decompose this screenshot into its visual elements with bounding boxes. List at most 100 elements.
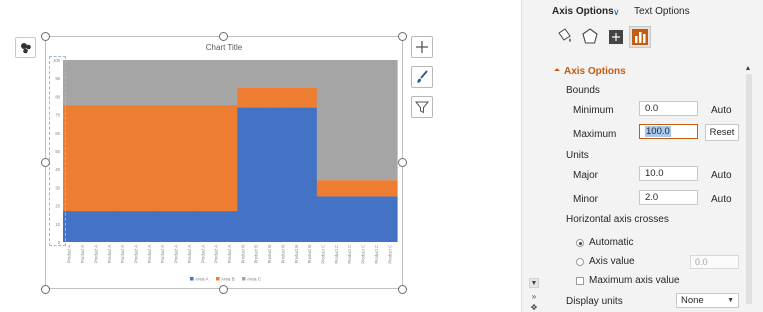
area-area-a-segment <box>76 211 91 242</box>
x-tick-label: Product B <box>280 245 285 264</box>
legend-swatch <box>190 277 194 281</box>
x-tick-label: Product A <box>133 245 138 263</box>
area-area-b-segment <box>156 105 171 212</box>
scrollbar-thumb[interactable] <box>746 74 752 304</box>
chart-title: Chart Title <box>206 43 243 52</box>
x-tick-label: Product A <box>227 245 232 263</box>
horizontal-axis-crosses-label: Horizontal axis crosses <box>566 214 669 225</box>
section-title[interactable]: Axis Options <box>564 66 626 77</box>
resize-handle[interactable] <box>398 32 407 41</box>
maximum-axis-value-checkbox[interactable] <box>576 277 584 285</box>
area-area-b-segment <box>129 105 144 212</box>
axis-value-field[interactable]: 0.0 <box>690 255 739 269</box>
reset-button[interactable]: Reset <box>705 124 739 141</box>
resize-handle[interactable] <box>398 285 407 294</box>
area-area-b-segment <box>290 87 305 108</box>
minor-field[interactable]: 2.0 <box>639 190 698 205</box>
area-area-c-segment <box>356 60 371 181</box>
area-area-c-segment <box>263 60 278 88</box>
legend-label: Area A <box>195 277 209 282</box>
area-area-a-segment <box>303 107 318 242</box>
resize-handle[interactable] <box>41 32 50 41</box>
area-area-a-segment <box>263 107 278 242</box>
resize-handle[interactable] <box>219 32 228 41</box>
area-area-a-segment <box>370 196 385 242</box>
automatic-label[interactable]: Automatic <box>589 237 633 248</box>
x-tick-label: Product C <box>374 245 379 264</box>
x-tick-label: Product A <box>200 245 205 263</box>
tab-text-options[interactable]: Text Options <box>634 6 690 17</box>
area-area-c-segment <box>223 60 238 106</box>
minimum-state: Auto <box>711 105 732 116</box>
size-properties-icon[interactable] <box>605 26 627 48</box>
axis-value-radio[interactable] <box>576 258 584 266</box>
area-area-c-segment <box>196 60 211 106</box>
legend-swatch <box>242 277 246 281</box>
maximum-axis-value-label[interactable]: Maximum axis value <box>589 275 680 286</box>
area-area-c-segment <box>103 60 118 106</box>
area-area-c-segment <box>383 60 398 181</box>
chart-elements-button[interactable] <box>411 36 433 58</box>
area-area-b-segment <box>383 180 398 197</box>
chart-styles-button[interactable] <box>411 66 433 88</box>
x-tick-label: Product A <box>147 245 152 263</box>
scroll-down-icon[interactable]: ▼ <box>529 278 539 288</box>
effects-icon[interactable] <box>579 26 601 48</box>
minor-label: Minor <box>573 194 599 205</box>
move-icon[interactable]: ✥ <box>529 303 539 312</box>
area-area-c-segment <box>330 60 345 181</box>
axis-value-label[interactable]: Axis value <box>589 256 635 267</box>
area-area-a-segment <box>183 211 198 242</box>
area-area-b-segment <box>103 105 118 212</box>
resize-handle[interactable] <box>398 158 407 167</box>
area-area-c-segment <box>183 60 198 106</box>
area-area-b-segment <box>196 105 211 212</box>
funnel-icon <box>415 101 429 114</box>
bounds-label: Bounds <box>566 85 600 96</box>
area-area-a-segment <box>89 211 104 242</box>
pane-left-scroll[interactable] <box>529 62 547 312</box>
tab-axis-options[interactable]: Axis Options <box>552 6 614 17</box>
vertical-axis-selection[interactable] <box>49 56 66 246</box>
display-units-select[interactable]: None ▼ <box>676 293 739 308</box>
area-area-b-segment <box>330 180 345 197</box>
automatic-radio[interactable] <box>576 239 584 247</box>
minimum-field[interactable]: 0.0 <box>639 101 698 116</box>
area-area-b-segment <box>116 105 131 212</box>
area-area-c-segment <box>276 60 291 88</box>
x-tick-label: Product A <box>160 245 165 263</box>
scroll-up-icon[interactable]: ▲ <box>743 64 753 74</box>
area-area-c-segment <box>156 60 171 106</box>
area-area-b-segment <box>236 87 251 108</box>
legend-label: Area C <box>247 277 262 282</box>
chart-filters-button[interactable] <box>411 96 433 118</box>
resize-handle[interactable] <box>41 158 50 167</box>
area-area-a-segment <box>330 196 345 242</box>
pane-scrollbar[interactable] <box>743 64 755 312</box>
area-area-b-segment <box>169 105 184 212</box>
area-area-b-segment <box>276 87 291 108</box>
area-area-c-segment <box>343 60 358 181</box>
major-field[interactable]: 10.0 <box>639 166 698 181</box>
axis-options-icon[interactable] <box>629 26 651 48</box>
maximum-field[interactable]: 100.0 <box>639 124 698 139</box>
area-area-a-segment <box>196 211 211 242</box>
collapse-icon[interactable]: » <box>529 292 539 302</box>
units-label: Units <box>566 150 589 161</box>
chevron-down-icon[interactable]: ∨ <box>613 7 620 18</box>
fill-line-icon[interactable] <box>553 26 575 48</box>
chevron-down-icon: ▼ <box>727 297 734 304</box>
resize-handle[interactable] <box>219 285 228 294</box>
area-area-a-segment <box>316 196 331 242</box>
area-area-b-segment <box>209 105 224 212</box>
display-units-value: None <box>681 295 704 306</box>
display-units-label: Display units <box>566 296 623 307</box>
x-tick-label: Product A <box>174 245 179 263</box>
area-area-b-segment <box>250 87 264 108</box>
area-area-c-segment <box>316 60 331 181</box>
x-tick-label: Product A <box>107 245 112 263</box>
x-tick-label: Product C <box>321 245 326 264</box>
plus-icon <box>416 41 428 53</box>
resize-handle[interactable] <box>41 285 50 294</box>
x-tick-label: Product B <box>240 245 245 264</box>
